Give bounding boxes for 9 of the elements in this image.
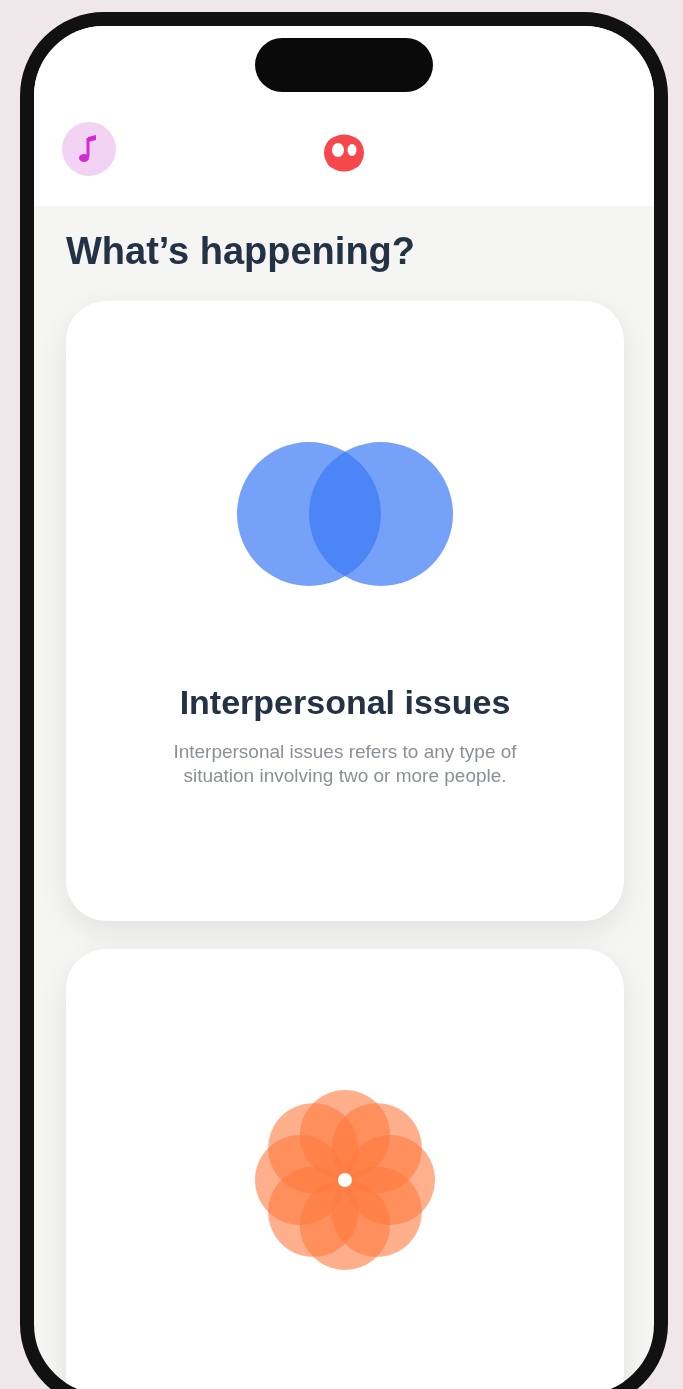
blob-icon — [321, 132, 367, 174]
music-button[interactable] — [62, 122, 116, 176]
card-description: Interpersonal issues refers to any type of situation involving two or more people. — [172, 740, 518, 788]
card-title: Interpersonal issues — [179, 683, 511, 722]
flower-icon — [254, 1089, 436, 1271]
overlapping-circles-icon — [237, 441, 453, 587]
topic-card[interactable] — [66, 949, 624, 1389]
topic-card[interactable]: Interpersonal issues Interpersonal issues refers to any type of situation involving two or more people. — [66, 301, 624, 921]
page-title: What’s happening? — [66, 230, 416, 273]
